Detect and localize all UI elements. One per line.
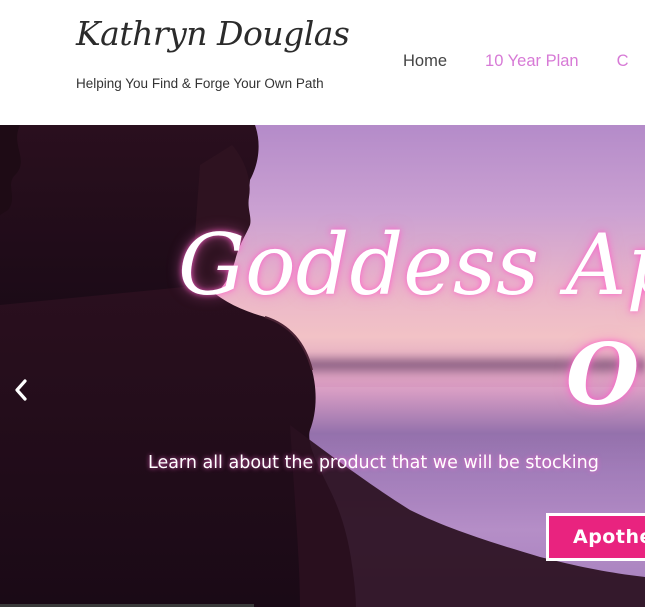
page: Kathryn Douglas Helping You Find & Forge… xyxy=(0,0,645,607)
hero-title-line2: O xyxy=(566,325,640,424)
hero-subtitle: Learn all about the product that we will… xyxy=(148,453,599,473)
nav-item-home[interactable]: Home xyxy=(403,52,447,71)
hero-title: Goddess Apo xyxy=(178,216,645,314)
chevron-left-icon[interactable] xyxy=(10,377,32,403)
hero-slider: Goddess Apo O Learn all about the produc… xyxy=(0,125,645,607)
hero-cta-button[interactable]: Apothe xyxy=(546,513,645,561)
site-tagline: Helping You Find & Forge Your Own Path xyxy=(76,76,324,91)
site-title[interactable]: Kathryn Douglas xyxy=(76,14,350,53)
nav-item-10-year-plan[interactable]: 10 Year Plan xyxy=(485,52,579,71)
chevron-left-icon-svg xyxy=(15,379,27,401)
site-header: Kathryn Douglas Helping You Find & Forge… xyxy=(0,0,645,125)
main-nav: Home 10 Year Plan C xyxy=(403,52,645,74)
nav-item-truncated[interactable]: C xyxy=(617,52,629,71)
